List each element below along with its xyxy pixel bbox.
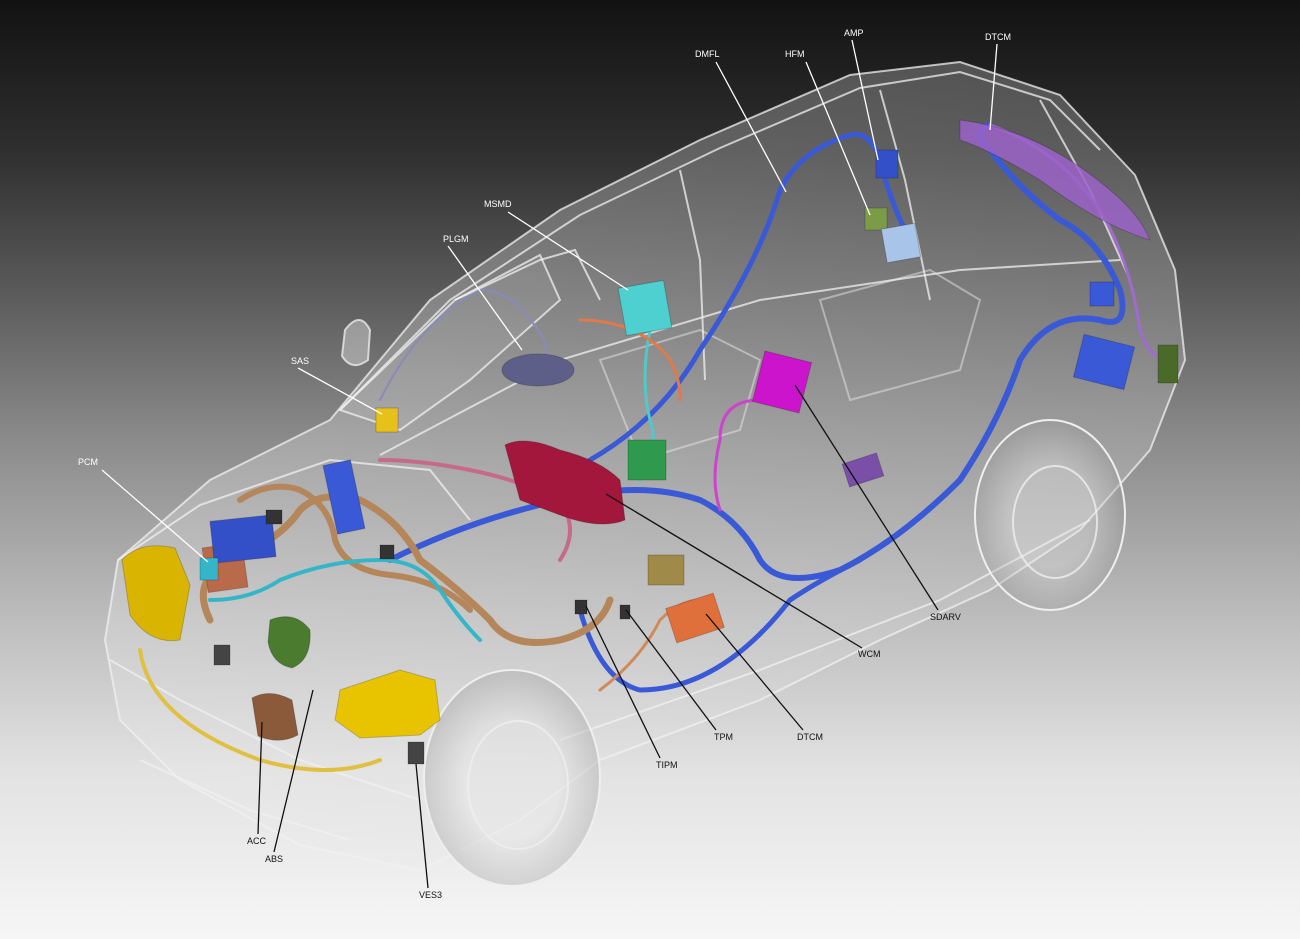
tipm-module — [647, 554, 685, 586]
label-dmfl: DMFL — [695, 49, 720, 59]
acc-module — [251, 693, 299, 741]
green-cabin-module — [627, 439, 667, 481]
rear-right-wheel — [974, 419, 1126, 611]
sas-module — [375, 407, 399, 433]
front-right-wheel — [423, 669, 601, 887]
side-mirror — [340, 319, 372, 367]
cabin-connector-1 — [574, 599, 588, 615]
label-hfm: HFM — [785, 49, 805, 59]
label-dtcm-front: DTCM — [797, 732, 823, 742]
engine-connector-1 — [213, 644, 231, 666]
plgm-module — [501, 353, 575, 387]
label-tpm: TPM — [714, 732, 733, 742]
label-ves3: VES3 — [419, 890, 443, 900]
ves3-connector — [407, 741, 425, 765]
cabin-connector-2 — [619, 604, 631, 620]
label-sas: SAS — [291, 356, 310, 366]
diagram-canvas: DMFL HFM AMP DTCM MSMD PLGM SAS PCM SDAR… — [0, 0, 1300, 939]
rear-green-module — [1157, 344, 1179, 384]
label-dtcm-rear: DTCM — [985, 32, 1011, 42]
label-plgm: PLGM — [443, 234, 469, 244]
label-amp: AMP — [844, 28, 864, 38]
label-msmd: MSMD — [484, 199, 512, 209]
cyan-engine-module — [199, 557, 219, 581]
rear-blue-small — [1089, 281, 1115, 307]
label-tipm: TIPM — [656, 760, 678, 770]
label-pcm: PCM — [78, 457, 98, 467]
label-sdarv: SDARV — [930, 612, 961, 622]
label-acc: ACC — [247, 836, 267, 846]
label-wcm: WCM — [858, 649, 881, 659]
vehicle-wiring-diagram — [101, 39, 1187, 889]
engine-connector-3 — [379, 544, 395, 560]
label-abs: ABS — [265, 854, 284, 864]
hfm-unit — [880, 222, 922, 264]
amp-module — [875, 149, 899, 179]
engine-connector-2 — [265, 509, 283, 525]
